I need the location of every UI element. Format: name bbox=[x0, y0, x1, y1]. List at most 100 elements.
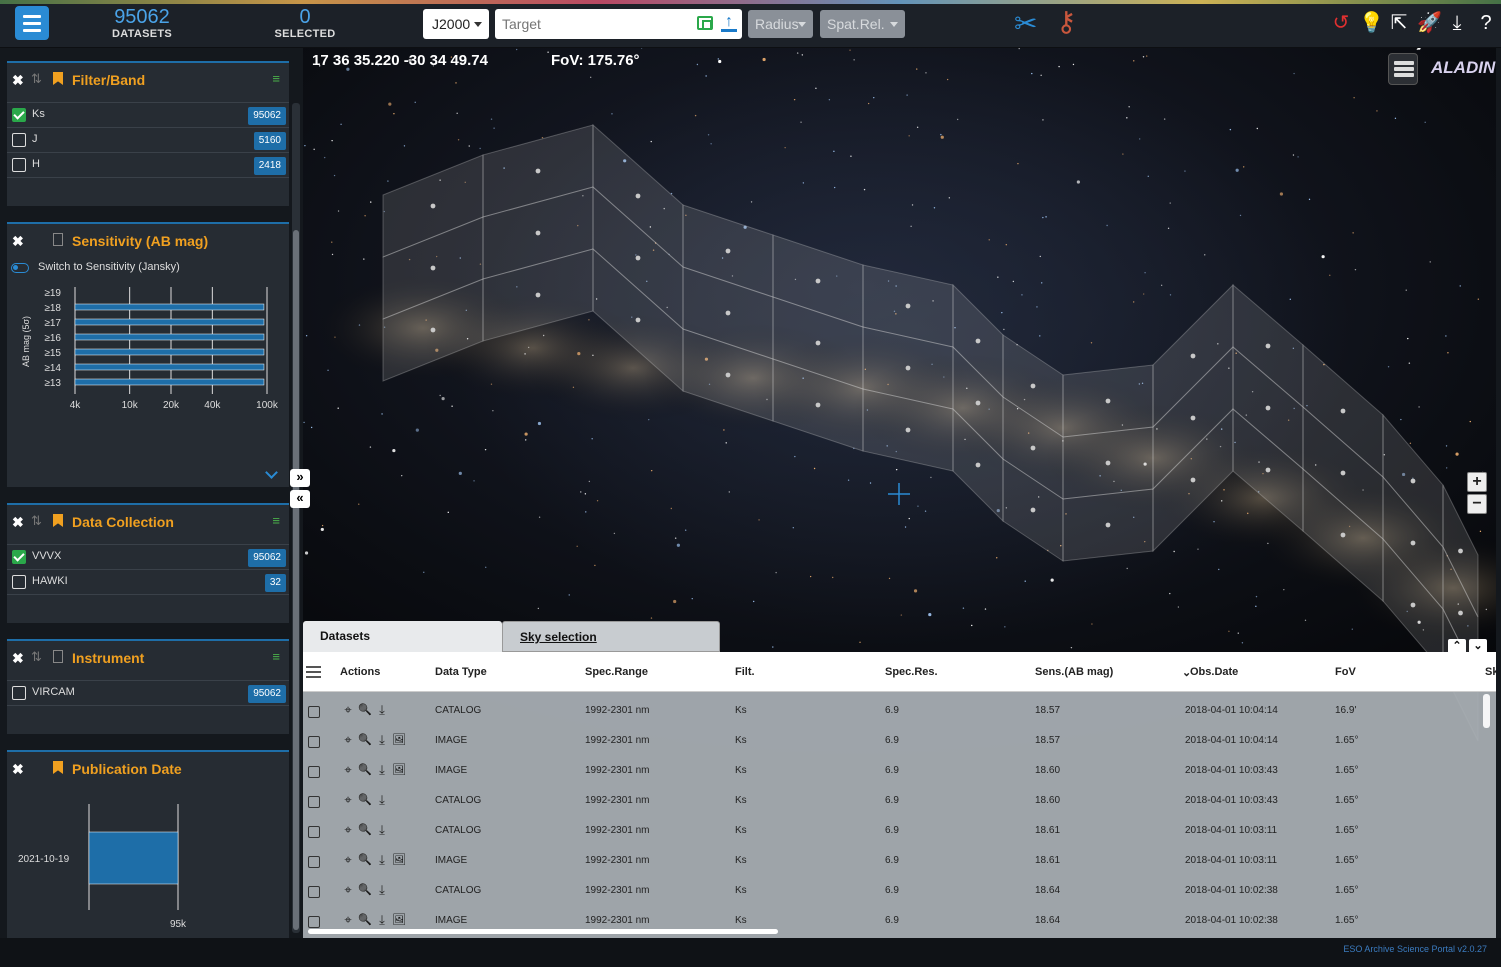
filter-list-icon[interactable]: ≡ bbox=[272, 513, 280, 528]
chevron-down-icon[interactable] bbox=[265, 466, 278, 479]
column-header[interactable]: FoV bbox=[1335, 666, 1356, 678]
histogram-bar[interactable] bbox=[74, 303, 265, 311]
table-row[interactable]: ⌖ 🔍 ⤓ 🖼 IMAGE 1992-2301 nm Ks 6.9 18.61 2018-04-0… bbox=[303, 846, 1481, 876]
image-preview-icon[interactable]: 🖼 bbox=[392, 733, 406, 747]
list-item[interactable]: VVVX 95062 bbox=[7, 545, 289, 570]
crosshair-icon[interactable]: ⌖ bbox=[341, 913, 355, 927]
bookmark-icon[interactable] bbox=[53, 72, 63, 85]
magnifier-icon[interactable]: 🔍 bbox=[358, 763, 372, 777]
key-icon[interactable]: ⚷ bbox=[1056, 8, 1077, 36]
download-icon[interactable]: ⤓ bbox=[1446, 11, 1468, 35]
crosshair-icon[interactable]: ⌖ bbox=[341, 703, 355, 717]
histogram-bar[interactable] bbox=[74, 348, 265, 356]
download-icon[interactable]: ⤓ bbox=[375, 823, 389, 837]
crosshair-icon[interactable]: ⌖ bbox=[341, 733, 355, 747]
list-item[interactable]: J 5160 bbox=[7, 128, 289, 153]
checkbox[interactable] bbox=[12, 133, 26, 147]
lightbulb-icon[interactable]: 💡 bbox=[1359, 11, 1384, 35]
table-row[interactable]: ⌖ 🔍 ⤓ 🖼 IMAGE 1992-2301 nm Ks 6.9 18.60 2018-04-0… bbox=[303, 756, 1481, 786]
checkbox[interactable] bbox=[12, 108, 26, 122]
list-item[interactable]: HAWKI 32 bbox=[7, 570, 289, 595]
row-checkbox[interactable] bbox=[308, 886, 320, 898]
row-checkbox[interactable] bbox=[308, 766, 320, 778]
rocket-icon[interactable]: 🚀 bbox=[1417, 11, 1442, 35]
collapse-sidebar-button[interactable]: « bbox=[290, 490, 310, 508]
close-icon[interactable]: ✖ bbox=[12, 650, 24, 667]
magnifier-icon[interactable]: 🔍 bbox=[358, 883, 372, 897]
list-item[interactable]: H 2418 bbox=[7, 153, 289, 178]
download-icon[interactable]: ⤓ bbox=[375, 763, 389, 777]
magnifier-icon[interactable]: 🔍 bbox=[358, 853, 372, 867]
close-icon[interactable]: ✖ bbox=[12, 761, 24, 778]
row-checkbox[interactable] bbox=[308, 826, 320, 838]
bookmark-outline-icon[interactable] bbox=[53, 233, 63, 246]
magnifier-icon[interactable]: 🔍 bbox=[358, 793, 372, 807]
image-preview-icon[interactable]: 🖼 bbox=[392, 763, 406, 777]
filter-list-icon[interactable]: ≡ bbox=[272, 649, 280, 664]
spatial-relation-select[interactable]: Spat.Rel. bbox=[820, 10, 905, 38]
list-item[interactable]: VIRCAM 95062 bbox=[7, 681, 289, 706]
upload-icon[interactable]: ↑ bbox=[721, 14, 737, 32]
histogram-bar[interactable] bbox=[74, 363, 265, 371]
checkbox[interactable] bbox=[12, 575, 26, 589]
help-icon[interactable]: ? bbox=[1475, 11, 1497, 35]
magnifier-icon[interactable]: 🔍 bbox=[358, 703, 372, 717]
crosshair-icon[interactable]: ⌖ bbox=[341, 853, 355, 867]
download-icon[interactable]: ⤓ bbox=[375, 913, 389, 927]
tab-sky-selection[interactable]: Sky selection bbox=[502, 621, 720, 652]
resolve-target-icon[interactable] bbox=[697, 16, 713, 30]
reset-icon[interactable]: ↺ bbox=[1330, 11, 1352, 35]
histogram-bar[interactable] bbox=[88, 831, 179, 885]
column-header[interactable]: Spec.Range bbox=[585, 666, 648, 678]
column-header[interactable]: Filt. bbox=[735, 666, 755, 678]
row-checkbox[interactable] bbox=[308, 856, 320, 868]
crosshair-icon[interactable]: ⌖ bbox=[341, 793, 355, 807]
row-checkbox[interactable] bbox=[308, 736, 320, 748]
magnifier-icon[interactable]: 🔍 bbox=[358, 823, 372, 837]
checkbox[interactable] bbox=[12, 550, 26, 564]
close-icon[interactable]: ✖ bbox=[12, 514, 24, 531]
sidebar-scrollbar[interactable] bbox=[293, 230, 299, 930]
column-menu-icon[interactable] bbox=[306, 666, 321, 678]
zoom-out-button[interactable]: − bbox=[1467, 494, 1487, 514]
bookmark-icon[interactable] bbox=[53, 514, 63, 527]
coordinate-frame-select[interactable]: J2000 bbox=[423, 9, 489, 39]
download-icon[interactable]: ⤓ bbox=[375, 703, 389, 717]
scissors-icon[interactable]: ✂ bbox=[1014, 10, 1037, 38]
sort-icon[interactable]: ⇅ bbox=[31, 649, 42, 665]
magnifier-icon[interactable]: 🔍 bbox=[358, 733, 372, 747]
histogram-bar[interactable] bbox=[74, 333, 265, 341]
crosshair-icon[interactable]: ⌖ bbox=[341, 823, 355, 837]
row-checkbox[interactable] bbox=[308, 796, 320, 808]
checkbox[interactable] bbox=[12, 158, 26, 172]
expand-sidebar-button[interactable]: » bbox=[290, 469, 310, 487]
column-header[interactable]: Sk bbox=[1485, 666, 1496, 678]
close-icon[interactable]: ✖ bbox=[12, 72, 24, 89]
magnifier-icon[interactable]: 🔍 bbox=[358, 913, 372, 927]
image-preview-icon[interactable]: 🖼 bbox=[392, 913, 406, 927]
share-icon[interactable]: ⇱ bbox=[1388, 11, 1410, 35]
sort-icon[interactable]: ⇅ bbox=[31, 513, 42, 529]
table-row[interactable]: ⌖ 🔍 ⤓ CATALOG 1992-2301 nm Ks 6.9 18.60 2018-04-… bbox=[303, 786, 1481, 816]
table-row[interactable]: ⌖ 🔍 ⤓ 🖼 IMAGE 1992-2301 nm Ks 6.9 18.57 2018-04-0… bbox=[303, 726, 1481, 756]
download-icon[interactable]: ⤓ bbox=[375, 883, 389, 897]
table-vertical-scrollbar[interactable] bbox=[1483, 694, 1490, 728]
table-row[interactable]: ⌖ 🔍 ⤓ CATALOG 1992-2301 nm Ks 6.9 18.57 2018-04-… bbox=[303, 696, 1481, 726]
checkbox[interactable] bbox=[12, 686, 26, 700]
download-icon[interactable]: ⤓ bbox=[375, 793, 389, 807]
column-header[interactable]: Actions bbox=[340, 666, 380, 678]
row-checkbox[interactable] bbox=[308, 916, 320, 928]
row-checkbox[interactable] bbox=[308, 706, 320, 718]
image-preview-icon[interactable]: 🖼 bbox=[392, 853, 406, 867]
column-header[interactable]: Obs.Date bbox=[1190, 666, 1238, 678]
column-header[interactable]: Sens.(AB mag) bbox=[1035, 666, 1113, 678]
filter-list-icon[interactable]: ≡ bbox=[272, 71, 280, 86]
sort-icon[interactable]: ⇅ bbox=[31, 71, 42, 87]
table-horizontal-scrollbar[interactable] bbox=[308, 929, 778, 934]
tab-datasets[interactable]: Datasets bbox=[303, 621, 502, 652]
histogram-bar[interactable] bbox=[74, 318, 265, 326]
layers-button[interactable] bbox=[1388, 53, 1418, 85]
column-header[interactable]: Spec.Res. bbox=[885, 666, 938, 678]
histogram-bar[interactable] bbox=[74, 378, 265, 386]
table-row[interactable]: ⌖ 🔍 ⤓ CATALOG 1992-2301 nm Ks 6.9 18.64 2018-04-… bbox=[303, 876, 1481, 906]
